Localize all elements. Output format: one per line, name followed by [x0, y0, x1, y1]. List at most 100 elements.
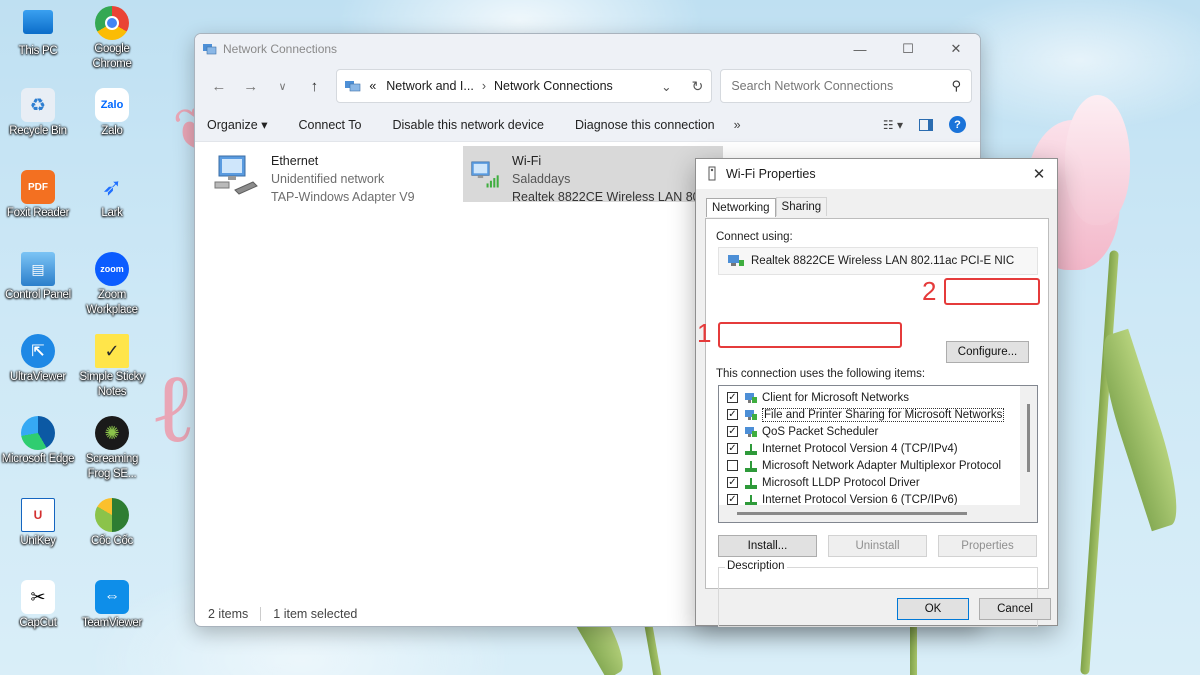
dialog-title: Wi-Fi Properties [726, 167, 816, 181]
connection-status: Saladdays [512, 172, 571, 186]
desktop-icon-this-pc[interactable]: This PC [0, 6, 76, 59]
desktop-icon-edge[interactable]: Microsoft Edge [0, 416, 76, 467]
list-item[interactable]: Microsoft Network Adapter Multiplexor Pr… [727, 457, 1001, 474]
protocol-icon [745, 477, 757, 489]
refresh-icon[interactable]: ↻ [692, 78, 704, 95]
monitor-icon [23, 10, 53, 34]
dialog-titlebar[interactable]: Wi-Fi Properties ✕ [696, 159, 1057, 189]
cancel-button[interactable]: Cancel [979, 598, 1051, 620]
wifi-properties-icon [708, 166, 716, 181]
chrome-icon [95, 6, 129, 40]
organize-menu-button[interactable]: Organize ▾ [207, 117, 267, 132]
desktop-icon-coccoc[interactable]: Cốc Cốc [74, 498, 150, 549]
horizontal-scroll-thumb[interactable] [737, 512, 967, 515]
item-checkbox[interactable]: ✓ [727, 409, 738, 420]
zalo-icon: Zalo [95, 88, 129, 122]
item-checkbox[interactable] [727, 460, 738, 471]
annotation-highlight-configure [944, 278, 1040, 305]
list-item[interactable]: ✓ Client for Microsoft Networks [727, 389, 909, 406]
protocol-icon [745, 443, 757, 455]
search-placeholder: Search Network Connections [731, 79, 894, 93]
help-icon[interactable]: ? [949, 116, 966, 133]
up-arrow-icon[interactable]: ↑ [298, 78, 330, 95]
network-connections-icon [203, 44, 217, 55]
coccoc-icon [95, 498, 129, 532]
back-arrow-icon[interactable]: ← [203, 78, 235, 95]
window-titlebar[interactable]: Network Connections — ☐ ✕ [195, 34, 980, 64]
connection-status: Unidentified network [271, 172, 385, 186]
unikey-icon: U [21, 498, 55, 532]
desktop-icon-ultraviewer[interactable]: ⇱ UltraViewer [0, 334, 76, 385]
list-item[interactable]: ✓ QoS Packet Scheduler [727, 423, 878, 440]
item-label: Microsoft Network Adapter Multiplexor Pr… [762, 459, 1002, 472]
address-bar[interactable]: « Network and I... › Network Connections… [336, 69, 713, 103]
configure-button[interactable]: Configure... [946, 341, 1029, 363]
breadcrumb-parent[interactable]: Network and I... [386, 79, 474, 93]
item-label: Client for Microsoft Networks [762, 391, 909, 404]
annotation-step-1: 1 [697, 318, 712, 348]
control-panel-icon: ▤ [21, 252, 55, 286]
recent-locations-chevron-icon[interactable]: ∨ [267, 80, 299, 93]
install-button[interactable]: Install... [718, 535, 817, 557]
adapter-name-field: Realtek 8822CE Wireless LAN 802.11ac PCI… [718, 247, 1038, 275]
diagnose-connection-button[interactable]: Diagnose this connection [575, 118, 715, 132]
close-icon[interactable]: ✕ [932, 34, 980, 64]
item-checkbox[interactable]: ✓ [727, 426, 738, 437]
more-commands-button[interactable]: » [734, 118, 741, 132]
foxit-icon: PDF [21, 170, 55, 204]
address-dropdown-chevron-icon[interactable]: ⌄ [661, 79, 671, 94]
list-item[interactable]: ✓ Microsoft LLDP Protocol Driver [727, 474, 920, 491]
maximize-icon[interactable]: ☐ [884, 34, 932, 64]
forward-arrow-icon[interactable]: → [235, 78, 267, 95]
desktop-icon-zalo[interactable]: Zalo Zalo [74, 88, 150, 139]
connection-item-wifi[interactable]: Wi-Fi Saladdays Realtek 8822CE Wireless … [463, 146, 723, 204]
properties-button[interactable]: Properties [938, 535, 1037, 557]
item-checkbox[interactable]: ✓ [727, 494, 738, 505]
desktop-icon-capcut[interactable]: ✂ CapCut [0, 580, 76, 631]
selection-count: 1 item selected [273, 607, 358, 621]
protocol-icon [745, 494, 757, 506]
breadcrumb-overflow[interactable]: « [369, 79, 376, 93]
uninstall-button[interactable]: Uninstall [828, 535, 927, 557]
desktop-icon-unikey[interactable]: U UniKey [0, 498, 76, 549]
desktop-icon-zoom[interactable]: zoom Zoom Workplace [74, 252, 150, 318]
capcut-icon: ✂ [21, 580, 55, 614]
minimize-icon[interactable]: — [836, 34, 884, 64]
disable-device-button[interactable]: Disable this network device [392, 118, 543, 132]
item-label: Internet Protocol Version 4 (TCP/IPv4) [762, 442, 958, 455]
tab-networking[interactable]: Networking [706, 198, 776, 217]
connection-name: Ethernet [271, 154, 319, 168]
desktop-icon-screaming-frog[interactable]: ✺ Screaming Frog SE... [74, 416, 150, 482]
close-icon[interactable]: ✕ [1021, 165, 1057, 183]
connection-item-ethernet[interactable]: Ethernet Unidentified network TAP-Window… [207, 146, 447, 212]
desktop-icon-teamviewer[interactable]: ⇔ TeamViewer [74, 580, 150, 631]
item-checkbox[interactable]: ✓ [727, 392, 738, 403]
recycle-bin-icon: ♻ [21, 88, 55, 122]
desktop-icon-sticky-notes[interactable]: ✓ Simple Sticky Notes [74, 334, 150, 400]
qos-scheduler-icon [745, 426, 757, 437]
list-item[interactable]: ✓ File and Printer Sharing for Microsoft… [727, 406, 1005, 423]
desktop-icon-chrome[interactable]: Google Chrome [74, 6, 150, 72]
address-toolbar: ← → ∨ ↑ « Network and I... › Network Con… [195, 64, 980, 108]
items-label: This connection uses the following items… [716, 368, 926, 380]
item-checkbox[interactable]: ✓ [727, 443, 738, 454]
desktop-icon-control-panel[interactable]: ▤ Control Panel [0, 252, 76, 303]
breadcrumb-current[interactable]: Network Connections [494, 79, 613, 93]
wifi-adapter-icon [471, 161, 499, 188]
lark-icon: ➶ [101, 173, 123, 201]
item-label: File and Printer Sharing for Microsoft N… [762, 407, 1005, 422]
connect-to-button[interactable]: Connect To [298, 118, 361, 132]
item-checkbox[interactable]: ✓ [727, 477, 738, 488]
ok-button[interactable]: OK [897, 598, 969, 620]
desktop-icon-lark[interactable]: ➶ Lark [74, 170, 150, 221]
vertical-scroll-thumb[interactable] [1027, 404, 1030, 472]
desktop-icon-recycle-bin[interactable]: ♻ Recycle Bin [0, 88, 76, 139]
description-label: Description [725, 560, 787, 572]
change-view-icon[interactable]: ☷ ▾ [883, 118, 903, 132]
list-item[interactable]: ✓ Internet Protocol Version 4 (TCP/IPv4) [727, 440, 958, 457]
search-input[interactable]: Search Network Connections ⚲ [720, 69, 973, 103]
desktop-icon-foxit-reader[interactable]: PDF Foxit Reader [0, 170, 76, 221]
tab-sharing[interactable]: Sharing [775, 197, 828, 216]
breadcrumb-separator-icon[interactable]: › [482, 79, 486, 93]
preview-pane-icon[interactable] [919, 118, 933, 131]
